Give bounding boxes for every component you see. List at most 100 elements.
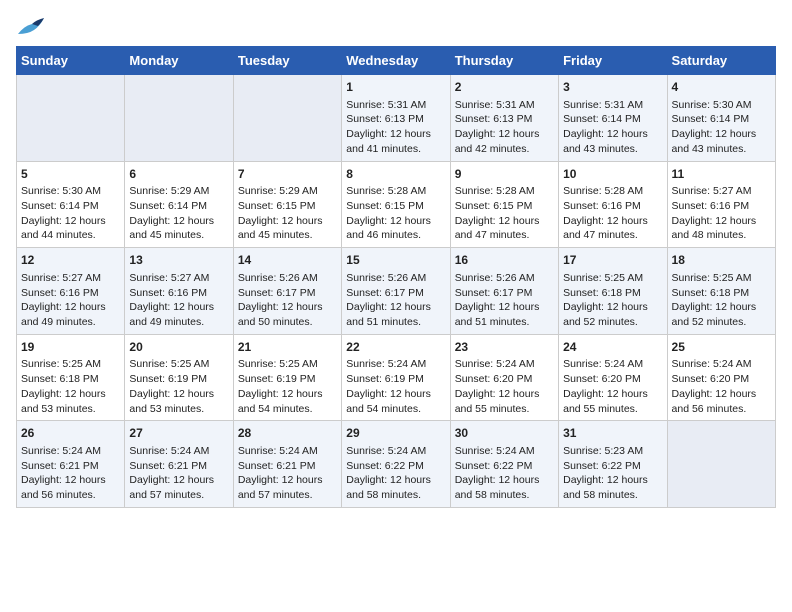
cell-week2-day4: 9Sunrise: 5:28 AMSunset: 6:15 PMDaylight… <box>450 161 558 248</box>
cell-content: Daylight: 12 hours <box>672 127 771 142</box>
cell-content: Sunset: 6:21 PM <box>21 459 120 474</box>
col-header-thursday: Thursday <box>450 47 558 75</box>
cell-week4-day6: 25Sunrise: 5:24 AMSunset: 6:20 PMDayligh… <box>667 334 775 421</box>
cell-content: Sunrise: 5:30 AM <box>672 98 771 113</box>
cell-content: and 56 minutes. <box>21 488 120 503</box>
cell-content: Daylight: 12 hours <box>563 300 662 315</box>
cell-content: Sunrise: 5:29 AM <box>129 184 228 199</box>
cell-content: Sunrise: 5:27 AM <box>129 271 228 286</box>
week-row-3: 12Sunrise: 5:27 AMSunset: 6:16 PMDayligh… <box>17 248 776 335</box>
cell-week2-day0: 5Sunrise: 5:30 AMSunset: 6:14 PMDaylight… <box>17 161 125 248</box>
cell-content: and 45 minutes. <box>238 228 337 243</box>
cell-week4-day1: 20Sunrise: 5:25 AMSunset: 6:19 PMDayligh… <box>125 334 233 421</box>
week-row-2: 5Sunrise: 5:30 AMSunset: 6:14 PMDaylight… <box>17 161 776 248</box>
cell-content: and 52 minutes. <box>672 315 771 330</box>
cell-content: Sunset: 6:14 PM <box>672 112 771 127</box>
week-row-4: 19Sunrise: 5:25 AMSunset: 6:18 PMDayligh… <box>17 334 776 421</box>
week-row-5: 26Sunrise: 5:24 AMSunset: 6:21 PMDayligh… <box>17 421 776 508</box>
week-row-1: 1Sunrise: 5:31 AMSunset: 6:13 PMDaylight… <box>17 75 776 162</box>
day-number: 20 <box>129 339 228 356</box>
cell-week3-day6: 18Sunrise: 5:25 AMSunset: 6:18 PMDayligh… <box>667 248 775 335</box>
cell-content: Sunset: 6:16 PM <box>563 199 662 214</box>
cell-content: Sunrise: 5:30 AM <box>21 184 120 199</box>
day-number: 4 <box>672 79 771 96</box>
cell-content: and 54 minutes. <box>346 402 445 417</box>
cell-content: Sunset: 6:19 PM <box>129 372 228 387</box>
day-number: 31 <box>563 425 662 442</box>
cell-content: and 42 minutes. <box>455 142 554 157</box>
cell-week5-day4: 30Sunrise: 5:24 AMSunset: 6:22 PMDayligh… <box>450 421 558 508</box>
cell-week1-day3: 1Sunrise: 5:31 AMSunset: 6:13 PMDaylight… <box>342 75 450 162</box>
cell-content: Sunrise: 5:31 AM <box>455 98 554 113</box>
cell-content: Daylight: 12 hours <box>672 300 771 315</box>
cell-content: and 53 minutes. <box>129 402 228 417</box>
cell-week4-day2: 21Sunrise: 5:25 AMSunset: 6:19 PMDayligh… <box>233 334 341 421</box>
cell-content: Daylight: 12 hours <box>563 214 662 229</box>
cell-content: Sunrise: 5:24 AM <box>346 357 445 372</box>
cell-content: Sunrise: 5:28 AM <box>455 184 554 199</box>
cell-content: Daylight: 12 hours <box>346 473 445 488</box>
cell-week4-day0: 19Sunrise: 5:25 AMSunset: 6:18 PMDayligh… <box>17 334 125 421</box>
cell-content: and 52 minutes. <box>563 315 662 330</box>
cell-content: and 49 minutes. <box>129 315 228 330</box>
cell-content: Daylight: 12 hours <box>238 300 337 315</box>
day-number: 10 <box>563 166 662 183</box>
cell-week1-day6: 4 Sunrise: 5:30 AMSunset: 6:14 PMDaylight… <box>667 75 775 162</box>
cell-content: and 51 minutes. <box>455 315 554 330</box>
day-number: 3 <box>563 79 662 96</box>
cell-content: Sunrise: 5:29 AM <box>238 184 337 199</box>
cell-week4-day4: 23Sunrise: 5:24 AMSunset: 6:20 PMDayligh… <box>450 334 558 421</box>
cell-week2-day3: 8Sunrise: 5:28 AMSunset: 6:15 PMDaylight… <box>342 161 450 248</box>
cell-content: Sunset: 6:20 PM <box>672 372 771 387</box>
day-number: 24 <box>563 339 662 356</box>
cell-content: and 47 minutes. <box>563 228 662 243</box>
cell-content: and 58 minutes. <box>563 488 662 503</box>
col-header-wednesday: Wednesday <box>342 47 450 75</box>
cell-content: Sunset: 6:18 PM <box>563 286 662 301</box>
cell-content: Sunset: 6:13 PM <box>455 112 554 127</box>
cell-content: Sunset: 6:19 PM <box>346 372 445 387</box>
cell-week4-day3: 22Sunrise: 5:24 AMSunset: 6:19 PMDayligh… <box>342 334 450 421</box>
day-number: 29 <box>346 425 445 442</box>
cell-content: and 54 minutes. <box>238 402 337 417</box>
day-number: 7 <box>238 166 337 183</box>
cell-content: Sunset: 6:14 PM <box>21 199 120 214</box>
day-number: 8 <box>346 166 445 183</box>
cell-content: Sunrise: 5:25 AM <box>563 271 662 286</box>
cell-content: Sunset: 6:16 PM <box>21 286 120 301</box>
cell-content: and 41 minutes. <box>346 142 445 157</box>
cell-content: Sunset: 6:15 PM <box>455 199 554 214</box>
logo <box>16 16 50 38</box>
cell-content: and 55 minutes. <box>563 402 662 417</box>
cell-content: Sunrise: 5:24 AM <box>346 444 445 459</box>
cell-week3-day5: 17Sunrise: 5:25 AMSunset: 6:18 PMDayligh… <box>559 248 667 335</box>
cell-content: Daylight: 12 hours <box>455 473 554 488</box>
cell-week5-day5: 31Sunrise: 5:23 AMSunset: 6:22 PMDayligh… <box>559 421 667 508</box>
cell-content: Daylight: 12 hours <box>455 214 554 229</box>
cell-week1-day2 <box>233 75 341 162</box>
cell-content: Daylight: 12 hours <box>346 214 445 229</box>
cell-content: Sunrise: 5:25 AM <box>129 357 228 372</box>
cell-week5-day6 <box>667 421 775 508</box>
cell-content: and 57 minutes. <box>238 488 337 503</box>
col-header-tuesday: Tuesday <box>233 47 341 75</box>
day-number: 2 <box>455 79 554 96</box>
cell-content: Daylight: 12 hours <box>238 387 337 402</box>
cell-content: and 53 minutes. <box>21 402 120 417</box>
day-number: 27 <box>129 425 228 442</box>
cell-content: Sunrise: 5:31 AM <box>346 98 445 113</box>
cell-content: Daylight: 12 hours <box>563 127 662 142</box>
cell-content: and 47 minutes. <box>455 228 554 243</box>
day-number: 25 <box>672 339 771 356</box>
cell-content: Sunrise: 5:23 AM <box>563 444 662 459</box>
header-row: SundayMondayTuesdayWednesdayThursdayFrid… <box>17 47 776 75</box>
cell-content: Sunrise: 5:24 AM <box>129 444 228 459</box>
cell-content: Sunrise: 5:24 AM <box>455 357 554 372</box>
cell-content: and 51 minutes. <box>346 315 445 330</box>
cell-week3-day2: 14Sunrise: 5:26 AMSunset: 6:17 PMDayligh… <box>233 248 341 335</box>
cell-content: Daylight: 12 hours <box>21 387 120 402</box>
cell-content: and 58 minutes. <box>346 488 445 503</box>
cell-content: and 48 minutes. <box>672 228 771 243</box>
cell-content: Sunset: 6:16 PM <box>672 199 771 214</box>
day-number: 14 <box>238 252 337 269</box>
